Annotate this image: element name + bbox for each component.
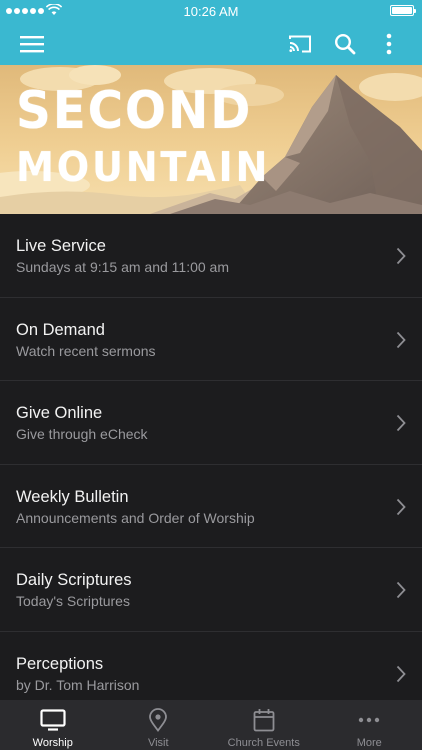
chevron-right-icon bbox=[396, 581, 406, 599]
chevron-right-icon bbox=[396, 247, 406, 265]
menu-item-subtitle: Give through eCheck bbox=[16, 426, 148, 442]
cast-icon[interactable] bbox=[284, 28, 316, 60]
chevron-right-icon bbox=[396, 498, 406, 515]
tab-worship[interactable]: Worship bbox=[0, 700, 106, 750]
banner-title-line-2: MOUNTAIN bbox=[16, 143, 271, 191]
tab-label: Church Events bbox=[227, 737, 300, 749]
menu-item-subtitle: Watch recent sermons bbox=[16, 342, 156, 359]
banner-title-line-1: SECOND bbox=[16, 81, 253, 141]
app-header: 10:26 AM bbox=[0, 0, 422, 65]
map-pin-icon bbox=[145, 708, 171, 732]
tab-visit[interactable]: Visit bbox=[106, 700, 212, 750]
hamburger-menu-icon[interactable] bbox=[16, 28, 48, 60]
menu-item-daily-scriptures[interactable]: Daily Scriptures Today's Scriptures bbox=[0, 548, 422, 632]
tab-label: Visit bbox=[147, 737, 169, 749]
menu-item-subtitle: Announcements and Order of Worship bbox=[16, 509, 255, 526]
church-banner: SECOND MOUNTAIN bbox=[0, 65, 422, 214]
menu-item-title: Give Online bbox=[16, 404, 103, 422]
menu-item-perceptions[interactable]: Perceptions by Dr. Tom Harrison bbox=[0, 632, 422, 701]
menu-item-subtitle: Today's Scriptures bbox=[16, 593, 130, 609]
status-bar: 10:26 AM bbox=[0, 0, 422, 22]
monitor-icon bbox=[40, 708, 66, 732]
status-time: 10:26 AM bbox=[183, 4, 239, 19]
tab-church-events[interactable]: Church Events bbox=[211, 700, 317, 750]
toolbar bbox=[0, 22, 422, 65]
menu-item-title: Live Service bbox=[16, 237, 106, 255]
menu-item-title: Perceptions bbox=[16, 654, 104, 673]
more-options-icon[interactable] bbox=[373, 28, 405, 60]
worship-menu-list: Live Service Sundays at 9:15 am and 11:0… bbox=[0, 214, 422, 700]
calendar-icon bbox=[251, 708, 277, 732]
menu-item-subtitle: by Dr. Tom Harrison bbox=[16, 676, 140, 693]
menu-item-weekly-bulletin[interactable]: Weekly Bulletin Announcements and Order … bbox=[0, 465, 422, 548]
tab-more[interactable]: More bbox=[317, 700, 422, 750]
menu-item-title: Weekly Bulletin bbox=[16, 487, 129, 506]
tab-label: Worship bbox=[32, 737, 73, 749]
menu-item-on-demand[interactable]: On Demand Watch recent sermons bbox=[0, 298, 422, 381]
menu-item-live-service[interactable]: Live Service Sundays at 9:15 am and 11:0… bbox=[0, 214, 422, 298]
chevron-right-icon bbox=[396, 665, 406, 682]
chevron-right-icon bbox=[396, 414, 406, 432]
search-icon[interactable] bbox=[329, 28, 361, 60]
menu-item-title: Daily Scriptures bbox=[16, 571, 132, 589]
chevron-right-icon bbox=[396, 331, 406, 348]
menu-item-title: On Demand bbox=[16, 320, 105, 339]
bottom-tab-bar: Worship Visit Church Events More bbox=[0, 700, 422, 750]
battery-icon bbox=[390, 5, 416, 16]
tab-label: More bbox=[356, 737, 382, 749]
menu-item-give-online[interactable]: Give Online Give through eCheck bbox=[0, 381, 422, 465]
menu-item-subtitle: Sundays at 9:15 am and 11:00 am bbox=[16, 259, 229, 275]
horizontal-ellipsis-icon bbox=[356, 708, 382, 732]
